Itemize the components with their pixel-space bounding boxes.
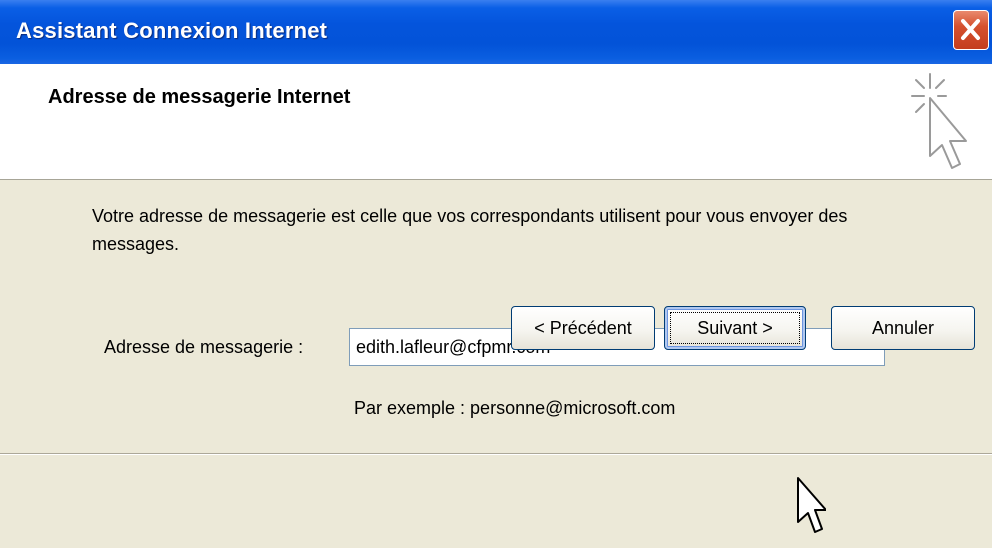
example-hint: Par exemple : personne@microsoft.com: [354, 398, 676, 418]
previous-button[interactable]: < Précédent: [511, 306, 655, 350]
wizard-header: Adresse de messagerie Internet: [0, 64, 992, 180]
wizard-window: Assistant Connexion Internet Adresse de …: [0, 0, 992, 548]
close-button[interactable]: [953, 10, 989, 50]
close-icon: [961, 19, 980, 40]
footer-separator: [0, 453, 992, 455]
window-title: Assistant Connexion Internet: [16, 18, 328, 43]
cancel-button[interactable]: Annuler: [831, 306, 975, 350]
wizard-sparkle-cursor-icon: [911, 73, 967, 169]
next-button-label: Suivant >: [697, 318, 773, 338]
wizard-body: Votre adresse de messagerie est celle qu…: [0, 180, 992, 548]
title-bar[interactable]: Assistant Connexion Internet: [0, 0, 992, 64]
description-text: Votre adresse de messagerie est celle qu…: [92, 206, 848, 254]
next-button[interactable]: Suivant >: [664, 306, 806, 350]
mouse-cursor-icon: [797, 477, 826, 533]
page-title: Adresse de messagerie Internet: [48, 86, 351, 108]
email-label: Adresse de messagerie :: [104, 337, 304, 357]
